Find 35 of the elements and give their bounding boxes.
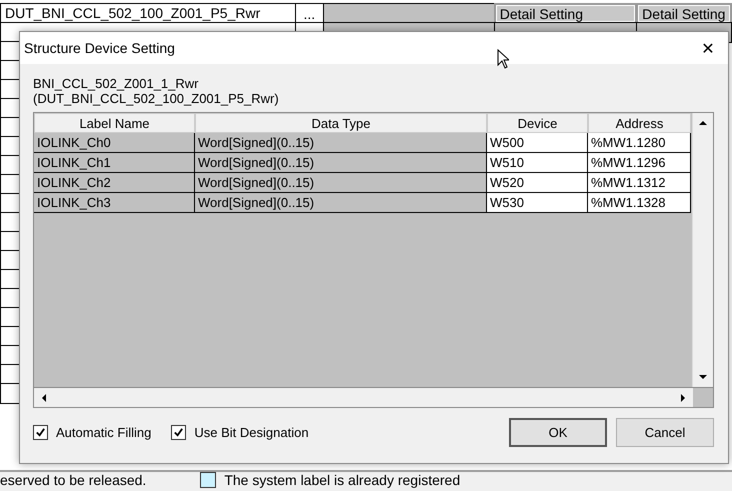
table-cell[interactable]: %MW1.1328 — [588, 193, 691, 213]
note-text: eserved to be released. — [0, 472, 146, 488]
table-cell: IOLINK_Ch0 — [34, 133, 195, 153]
table-cell: DUT_BNI_CCL_502_100_Z001_P5_Rwr — [0, 3, 296, 24]
window-title: Structure Device Setting — [24, 40, 176, 56]
table-cell: Word[Signed](0..15) — [195, 133, 487, 153]
table-cell[interactable]: %MW1.1280 — [588, 133, 691, 153]
table-cell: Word[Signed](0..15) — [195, 193, 487, 213]
column-header[interactable]: Data Type — [195, 113, 487, 133]
table-cell[interactable]: %MW1.1296 — [588, 153, 691, 173]
detail-setting-button[interactable]: Detail Setting — [636, 3, 732, 24]
table-cell[interactable]: %MW1.1312 — [588, 173, 691, 193]
table-cell: IOLINK_Ch2 — [34, 173, 195, 193]
cancel-button[interactable]: Cancel — [616, 418, 714, 447]
legend-label: The system label is already registered — [224, 472, 460, 488]
label-name-text: BNI_CCL_502_Z001_1_Rwr — [33, 76, 200, 91]
column-header[interactable]: Device — [487, 113, 588, 133]
close-button[interactable]: ✕ — [688, 32, 728, 64]
table-cell[interactable]: W520 — [487, 173, 588, 193]
table-cell: IOLINK_Ch1 — [34, 153, 195, 173]
checkbox[interactable] — [33, 425, 48, 440]
checkbox[interactable] — [171, 425, 186, 440]
table-cell: Word[Signed](0..15) — [195, 173, 487, 193]
vertical-scrollbar[interactable] — [692, 113, 713, 387]
table-cell[interactable]: W510 — [487, 153, 588, 173]
data-type-text: (DUT_BNI_CCL_502_100_Z001_P5_Rwr) — [33, 91, 280, 106]
checkbox-label: Use Bit Designation — [194, 425, 309, 440]
column-header[interactable]: Address — [588, 113, 691, 133]
checkbox-label: Automatic Filling — [56, 425, 152, 440]
column-header[interactable]: Label Name — [34, 113, 195, 133]
ok-button[interactable]: OK — [509, 418, 607, 447]
table-cell: Word[Signed](0..15) — [195, 153, 487, 173]
table-cell[interactable]: W530 — [487, 193, 588, 213]
table-cell[interactable]: W500 — [487, 133, 588, 153]
table-cell: IOLINK_Ch3 — [34, 193, 195, 213]
